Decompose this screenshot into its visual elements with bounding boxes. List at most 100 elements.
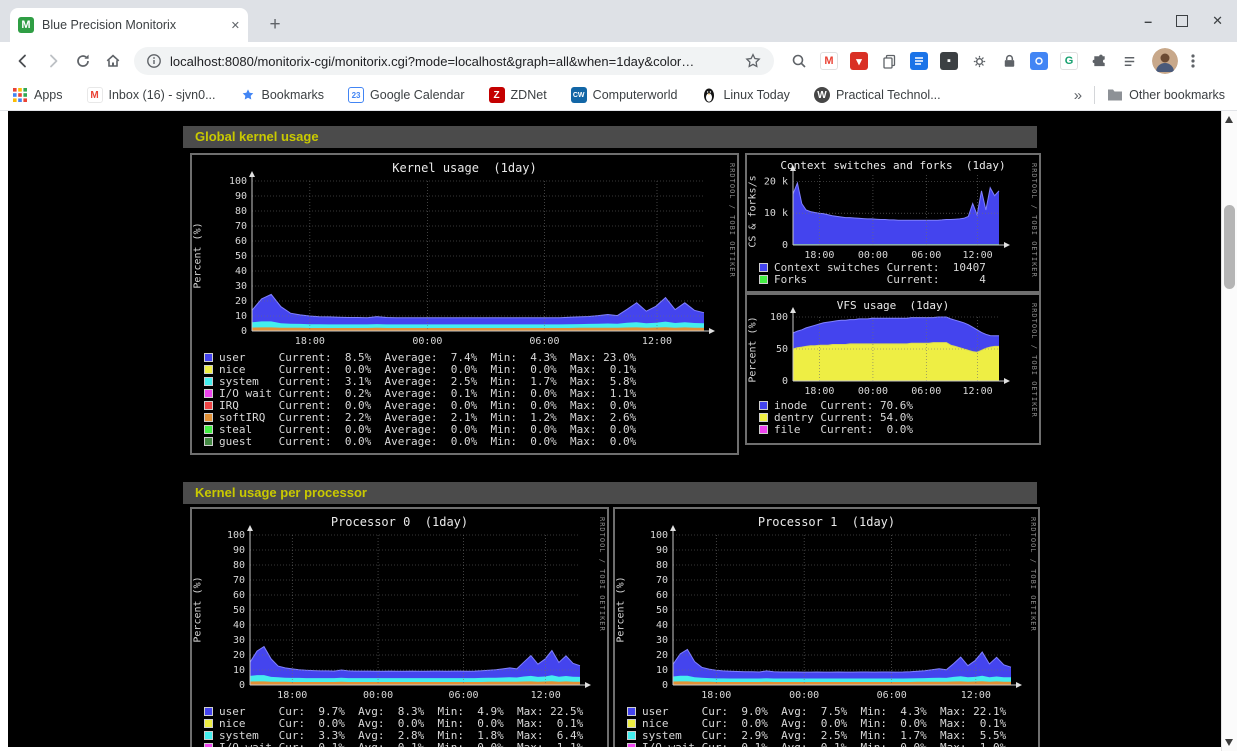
legend-stat-value: 0.0% [464, 741, 504, 748]
bookmark-linux-today[interactable]: Linux Today [701, 87, 790, 103]
chart-title: Processor 0 (1day) [192, 515, 607, 529]
legend-stat-header: Average: [385, 435, 438, 448]
search-extension-icon[interactable] [788, 50, 810, 72]
legend-row: userCur:9.0%Avg:7.5%Min:4.3%Max:22.1% [627, 705, 1006, 717]
maximize-button[interactable] [1176, 15, 1188, 27]
wordpress-icon: W [814, 87, 830, 103]
bookmark-computerworld[interactable]: CW Computerworld [571, 87, 678, 103]
legend-series-label: file [774, 423, 820, 436]
home-button[interactable] [98, 46, 128, 76]
chart-title: Processor 1 (1day) [615, 515, 1038, 529]
svg-text:60: 60 [656, 590, 668, 601]
docs-extension-icon[interactable] [908, 50, 930, 72]
chart-title: VFS usage (1day) [747, 299, 1039, 312]
scrollbar-thumb[interactable] [1224, 205, 1235, 289]
gmail-extension-icon[interactable]: M [818, 50, 840, 72]
section-title-kernel-usage-per-processor: Kernel usage per processor [183, 482, 1037, 504]
kernel-usage-graph-panel: 010203040506070809010018:0000:0006:0012:… [190, 153, 739, 455]
camera-extension-icon[interactable] [1028, 50, 1050, 72]
browser-menu-button[interactable] [1178, 46, 1208, 76]
legend-row: dentryCurrent:54.0% [759, 411, 913, 423]
legend-color-swatch [627, 707, 636, 716]
legend-row: I/O waitCurrent:0.2%Average:0.1%Min:0.0%… [204, 387, 636, 399]
legend-row: userCurrent:8.5%Average:7.4%Min:4.3%Max:… [204, 351, 636, 363]
svg-text:00:00: 00:00 [789, 690, 819, 701]
legend-color-swatch [204, 413, 213, 422]
legend-color-swatch [204, 437, 213, 446]
settings-extension-icon[interactable] [968, 50, 990, 72]
scroll-down-arrow-icon[interactable] [1225, 739, 1233, 746]
page-info-icon[interactable] [146, 53, 162, 69]
home-icon [104, 52, 122, 70]
new-tab-button[interactable]: + [262, 12, 288, 38]
vertical-scrollbar[interactable] [1221, 111, 1237, 751]
legend-stat-header: Current: [887, 273, 940, 286]
zdnet-icon: Z [489, 87, 505, 103]
legend-row: Context switchesCurrent:10407 [759, 261, 986, 273]
legend-color-swatch [627, 719, 636, 728]
forward-button[interactable] [38, 46, 68, 76]
other-bookmarks-button[interactable]: Other bookmarks [1107, 87, 1225, 103]
tab-close-icon[interactable]: ✕ [231, 19, 240, 32]
bookmark-inbox[interactable]: M Inbox (16) - sjvn0... [87, 87, 216, 103]
legend-row: niceCurrent:0.0%Average:0.0%Min:0.0%Max:… [204, 363, 636, 375]
legend-stat-value: 0.0% [332, 435, 372, 448]
processor1-graph-panel: 010203040506070809010018:0000:0006:0012:… [613, 507, 1040, 747]
bookmark-practical-technology[interactable]: W Practical Technol... [814, 87, 941, 103]
legend-stat-header: Min: [438, 741, 465, 748]
svg-text:18:00: 18:00 [701, 690, 731, 701]
legend-stat-header: Min: [861, 741, 888, 748]
legend-color-swatch [204, 719, 213, 728]
legend-row: stealCurrent:0.0%Average:0.0%Min:0.0%Max… [204, 423, 636, 435]
svg-text:06:00: 06:00 [911, 250, 941, 261]
svg-text:12:00: 12:00 [961, 690, 991, 701]
address-bar[interactable]: localhost:8080/monitorix-cgi/monitorix.c… [134, 47, 774, 75]
legend-stat-value: 0.0% [873, 423, 913, 436]
legend-series-label: I/O wait [642, 741, 702, 748]
legend-row: niceCur:0.0%Avg:0.0%Min:0.0%Max:0.1% [204, 717, 583, 729]
back-button[interactable] [8, 46, 38, 76]
bookmark-bookmarks[interactable]: Bookmarks [240, 87, 325, 103]
legend-stat-value: 0.1% [728, 741, 768, 748]
puzzle-extension-icon[interactable] [1088, 50, 1110, 72]
scroll-up-arrow-icon[interactable] [1225, 116, 1233, 123]
bookmark-star-icon[interactable] [744, 52, 762, 70]
svg-text:70: 70 [233, 575, 245, 586]
bookmark-label: Inbox (16) - sjvn0... [109, 88, 216, 102]
list-extension-icon[interactable] [1118, 50, 1140, 72]
legend-series-label: guest [219, 435, 279, 448]
svg-text:20: 20 [233, 650, 245, 661]
svg-text:10 k: 10 k [764, 208, 788, 219]
svg-text:40: 40 [233, 620, 245, 631]
svg-text:10: 10 [235, 311, 247, 322]
monitorix-page: Global kernel usage 01020304050607080901… [8, 111, 1221, 747]
extension-icon[interactable]: ▪ [938, 50, 960, 72]
bookmark-zdnet[interactable]: Z ZDNet [489, 87, 547, 103]
bookmark-google-calendar[interactable]: 23 Google Calendar [348, 87, 465, 103]
folder-icon [1107, 87, 1123, 103]
svg-text:00:00: 00:00 [858, 386, 888, 397]
profile-avatar[interactable] [1152, 48, 1178, 74]
monitorix-favicon-icon: M [18, 17, 34, 33]
legend-stat-header: Avg: [781, 741, 808, 748]
bookmark-apps[interactable]: Apps [12, 87, 63, 103]
legend-series-label: I/O wait [219, 741, 279, 748]
copy-extension-icon[interactable] [878, 50, 900, 72]
legend-color-swatch [627, 731, 636, 740]
lock-extension-icon[interactable] [998, 50, 1020, 72]
legend-color-swatch [204, 365, 213, 374]
legend-row: IRQCurrent:0.0%Average:0.0%Min:0.0%Max:0… [204, 399, 636, 411]
svg-text:90: 90 [656, 545, 668, 556]
legend-stat-header: Cur: [702, 741, 729, 748]
close-window-button[interactable]: ✕ [1212, 13, 1223, 29]
url-text[interactable]: localhost:8080/monitorix-cgi/monitorix.c… [170, 54, 744, 69]
extension-icon[interactable]: ▾ [848, 50, 870, 72]
minimize-button[interactable]: – [1144, 13, 1152, 29]
browser-tab[interactable]: M Blue Precision Monitorix ✕ [10, 8, 248, 42]
reload-button[interactable] [68, 46, 98, 76]
kebab-menu-icon [1184, 52, 1202, 70]
window-controls: – ✕ [1144, 0, 1223, 42]
bookmarks-overflow-chevron[interactable]: » [1074, 87, 1082, 104]
svg-text:50: 50 [235, 251, 247, 262]
grammarly-extension-icon[interactable]: G [1058, 50, 1080, 72]
